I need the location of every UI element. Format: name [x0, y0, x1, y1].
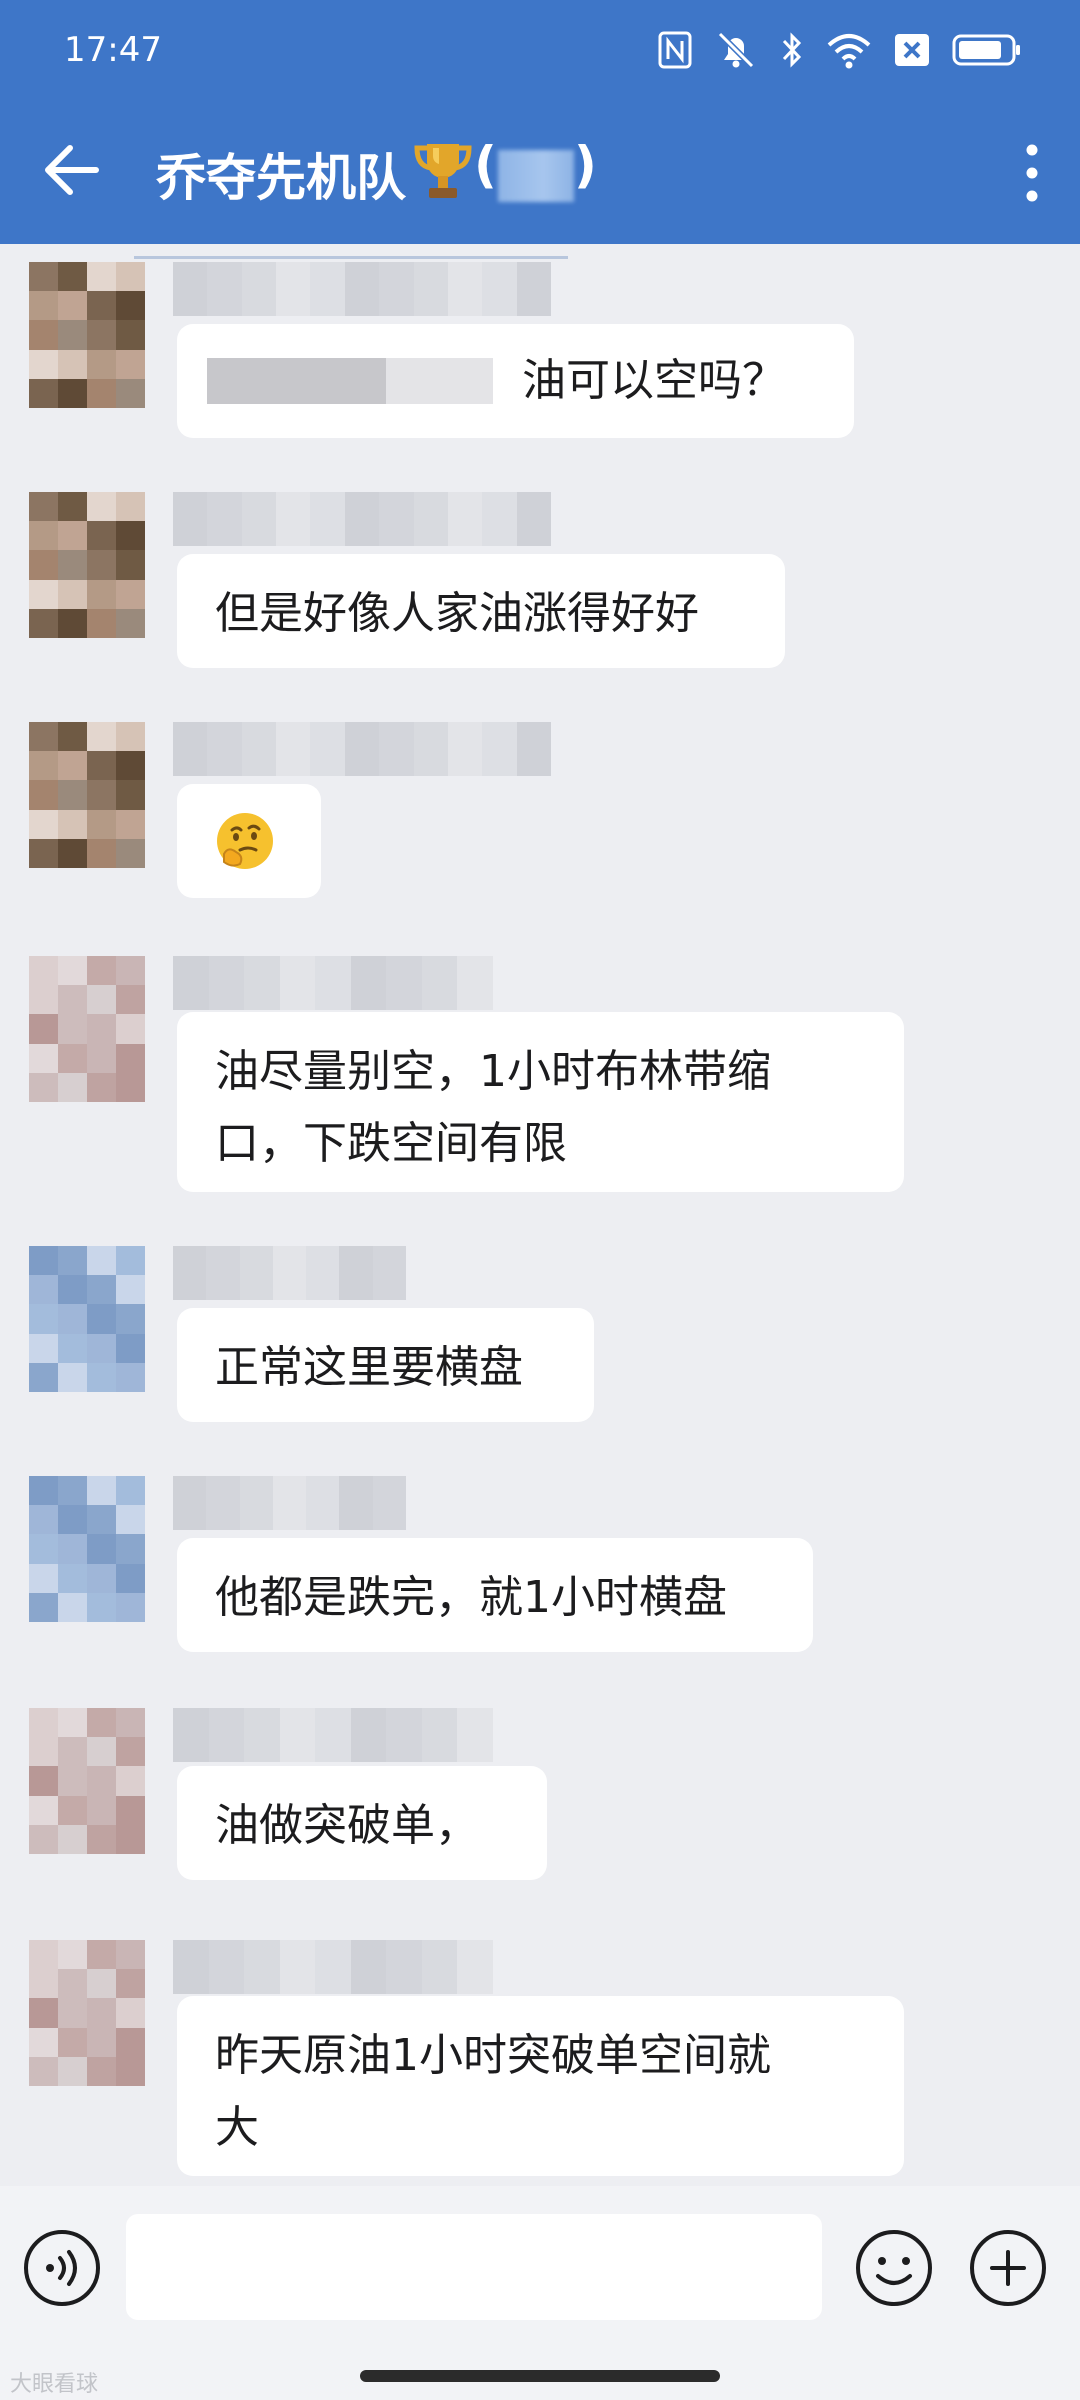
trophy-icon — [414, 144, 472, 198]
chat-title: 乔夺先机队 — [156, 149, 406, 207]
message-bubble[interactable]: 他都是跌完，就1小时横盘 — [177, 1538, 813, 1652]
battery-icon — [952, 34, 1020, 66]
message-text: 油可以空吗？ — [522, 355, 786, 406]
home-indicator[interactable] — [360, 2370, 720, 2382]
more-vertical-icon[interactable] — [1012, 140, 1052, 206]
redacted-text-mosaic — [207, 358, 493, 404]
top-bar: 17:47 乔夺先机队 () — [0, 0, 1080, 244]
status-time: 17:47 — [64, 30, 162, 70]
avatar[interactable] — [29, 1940, 145, 2086]
avatar[interactable] — [29, 722, 145, 868]
message-bubble[interactable]: 油尽量别空，1小时布林带缩 口，下跌空间有限 — [177, 1012, 904, 1192]
sender-name-blurred — [173, 956, 493, 1010]
sender-name-blurred — [173, 1246, 406, 1300]
bluetooth-icon — [782, 32, 802, 68]
sender-name-blurred — [173, 262, 551, 316]
sender-name-blurred — [173, 492, 551, 546]
emoji-icon[interactable] — [854, 2228, 934, 2308]
avatar[interactable] — [29, 1708, 145, 1854]
message-bubble[interactable]: 昨天原油1小时突破单空间就 大 — [177, 1996, 904, 2176]
message-bubble[interactable]: 油可以空吗？ — [177, 324, 854, 438]
sender-name-blurred — [173, 1476, 406, 1530]
member-count-blurred — [498, 150, 574, 202]
message-bubble[interactable] — [177, 784, 321, 898]
mute-icon — [717, 31, 755, 69]
avatar[interactable] — [29, 262, 145, 408]
avatar[interactable] — [29, 956, 145, 1102]
message-input[interactable] — [126, 2214, 822, 2320]
sender-name-blurred — [173, 1708, 493, 1762]
message-text: 但是好像人家油涨得好好 — [215, 588, 699, 639]
message-bubble[interactable]: 正常这里要横盘 — [177, 1308, 594, 1422]
wifi-icon — [827, 34, 871, 69]
status-icons — [658, 28, 1022, 72]
sender-name-blurred — [173, 722, 551, 776]
title-paren-close: ) — [574, 136, 597, 194]
input-bar — [0, 2186, 1080, 2358]
avatar[interactable] — [29, 1246, 145, 1392]
sim-off-icon — [895, 34, 929, 66]
message-text: 他都是跌完，就1小时横盘 — [215, 1572, 727, 1623]
thinking-face-icon — [217, 813, 273, 869]
message-text: 正常这里要横盘 — [215, 1342, 523, 1393]
system-nav-area: 大眼看球 — [0, 2358, 1080, 2400]
voice-icon[interactable] — [22, 2228, 102, 2308]
message-text: 油做突破单， — [215, 1800, 479, 1851]
sender-name-blurred — [173, 1940, 493, 1994]
scroll-indicator — [134, 256, 568, 259]
message-bubble[interactable]: 油做突破单， — [177, 1766, 547, 1880]
title-paren-open: ( — [474, 136, 497, 194]
message-text: 油尽量别空，1小时布林带缩 口，下跌空间有限 — [215, 1046, 771, 1169]
avatar[interactable] — [29, 492, 145, 638]
message-text: 昨天原油1小时突破单空间就 大 — [215, 2030, 771, 2153]
message-bubble[interactable]: 但是好像人家油涨得好好 — [177, 554, 785, 668]
watermark: 大眼看球 — [10, 2372, 99, 2397]
plus-icon[interactable] — [968, 2228, 1048, 2308]
avatar[interactable] — [29, 1476, 145, 1622]
nfc-icon — [658, 31, 692, 69]
back-arrow-icon[interactable] — [36, 134, 108, 206]
